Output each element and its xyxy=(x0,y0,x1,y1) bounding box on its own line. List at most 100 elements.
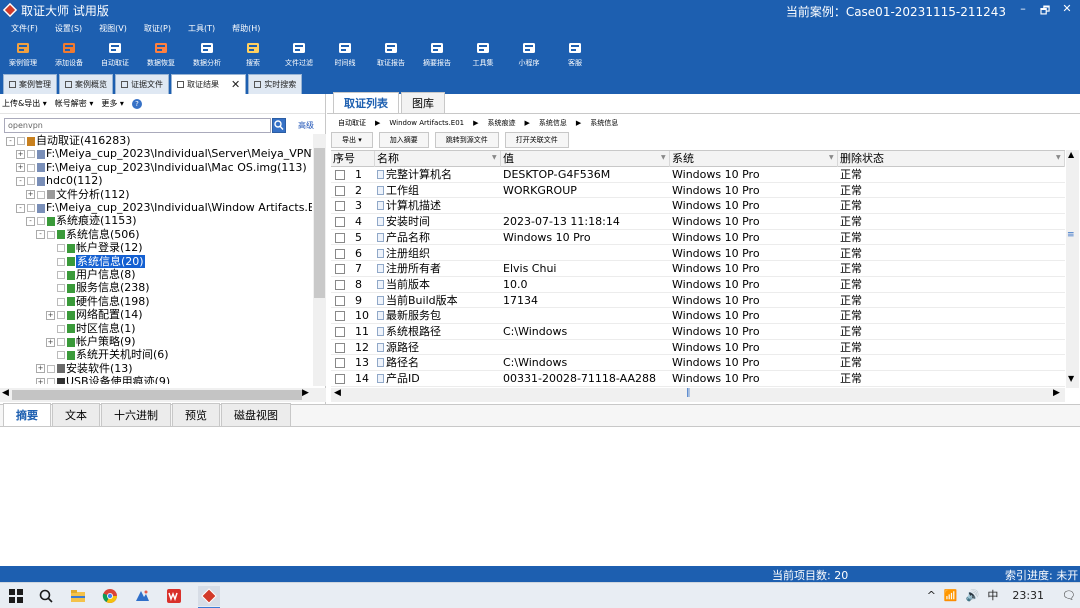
toolbar-button-bar-chart[interactable]: 数据分析 xyxy=(184,36,230,72)
tree-node[interactable]: 用户信息(8) xyxy=(46,268,136,281)
case-tab-2[interactable]: 证据文件 xyxy=(115,74,169,94)
scroll-up-icon[interactable]: ▲ xyxy=(1068,150,1074,159)
close-button[interactable]: ✕ xyxy=(1056,2,1078,15)
windows-start-icon[interactable] xyxy=(8,588,24,604)
tree-vertical-scrollbar[interactable] xyxy=(313,134,326,386)
results-vertical-scrollbar[interactable]: ▲ ≡ ▼ xyxy=(1066,150,1079,388)
tree-node[interactable]: + 文件分析(112) xyxy=(26,188,130,201)
column-filter-icon[interactable]: ▼ xyxy=(661,154,666,161)
tree-node[interactable]: 硬件信息(198) xyxy=(46,295,150,308)
detail-tab-1[interactable]: 文本 xyxy=(52,403,100,426)
scroll-left-icon[interactable]: ◀ xyxy=(2,388,9,398)
tree-checkbox[interactable] xyxy=(17,137,25,145)
notification-icon[interactable]: 🗨 xyxy=(1062,589,1076,602)
minimize-button[interactable]: – xyxy=(1012,2,1034,15)
table-row[interactable]: 9 当前Build版本 17134 Windows 10 Pro 正常 xyxy=(331,293,1065,309)
table-row[interactable]: 12 源路径 Windows 10 Pro 正常 xyxy=(331,340,1065,356)
add-to-summary-button[interactable]: 加入摘要 xyxy=(378,132,429,148)
menu-tools[interactable]: 工具(T) xyxy=(177,23,221,34)
tree-checkbox[interactable] xyxy=(57,257,65,266)
expand-icon[interactable]: + xyxy=(46,310,55,320)
advanced-search-link[interactable]: 高级 xyxy=(298,120,314,131)
tree-checkbox[interactable] xyxy=(57,244,65,253)
breadcrumb-item[interactable]: 系统信息 xyxy=(590,118,618,128)
scroll-thumb[interactable] xyxy=(12,390,302,400)
tree-checkbox[interactable] xyxy=(37,190,45,199)
table-row[interactable]: 3 计算机描述 Windows 10 Pro 正常 xyxy=(331,198,1065,215)
input-method-icon[interactable]: 中 xyxy=(987,587,998,603)
row-checkbox[interactable] xyxy=(335,185,345,196)
collapse-icon[interactable]: - xyxy=(16,203,25,213)
tree-search-input[interactable] xyxy=(4,118,271,133)
collapse-icon[interactable]: - xyxy=(6,136,15,146)
tree-node[interactable]: - hdc0(112) xyxy=(16,174,103,187)
tree-checkbox[interactable] xyxy=(47,230,55,239)
tree-node[interactable]: 系统信息(20) xyxy=(46,254,145,268)
tree-node[interactable]: 时区信息(1) xyxy=(46,322,136,335)
table-row[interactable]: 8 当前版本 10.0 Windows 10 Pro 正常 xyxy=(331,277,1065,293)
tree-checkbox[interactable] xyxy=(57,351,65,360)
scroll-down-icon[interactable]: ▼ xyxy=(1068,374,1074,383)
clock[interactable]: 23:31 xyxy=(1012,589,1044,602)
breadcrumb-item[interactable]: Window Artifacts.E01 xyxy=(389,119,464,127)
tree-checkbox[interactable] xyxy=(37,217,45,226)
table-row[interactable]: 1 完整计算机名 DESKTOP-G4F536M Windows 10 Pro 正常 xyxy=(331,167,1065,183)
column-header[interactable]: 名称 xyxy=(375,151,501,167)
tray-overflow-icon[interactable]: ^ xyxy=(927,589,936,602)
search-button[interactable] xyxy=(272,118,286,133)
tree-node[interactable]: - 系统痕迹(1153) xyxy=(26,214,137,227)
restore-button[interactable]: 🗗 xyxy=(1034,2,1056,21)
forensic-master-icon[interactable] xyxy=(198,586,220,606)
tree-checkbox[interactable] xyxy=(27,150,35,159)
results-horizontal-scrollbar[interactable]: ◀ ‖ ▶ xyxy=(331,388,1065,402)
tree-checkbox[interactable] xyxy=(27,177,35,186)
toolbar-button-add-device[interactable]: 添加设备 xyxy=(46,36,92,72)
close-tab-icon[interactable]: ✕ xyxy=(231,78,240,91)
scroll-left-icon[interactable]: ◀ xyxy=(334,388,341,398)
row-checkbox[interactable] xyxy=(335,201,345,212)
row-checkbox[interactable] xyxy=(335,217,345,228)
detail-tab-3[interactable]: 预览 xyxy=(172,403,220,426)
chrome-icon[interactable] xyxy=(102,588,118,604)
detail-tab-0[interactable]: 摘要 xyxy=(3,403,51,426)
row-checkbox[interactable] xyxy=(335,279,345,290)
table-row[interactable]: 11 系统根路径 C:\Windows Windows 10 Pro 正常 xyxy=(331,324,1065,340)
tree-node[interactable]: - F:\Meiya_cup_2023\Individual\Window Art… xyxy=(16,201,312,214)
breadcrumb-item[interactable]: 自动取证 xyxy=(338,118,366,128)
table-row[interactable]: 14 产品ID 00331-20028-71118-AA288 Windows 10 … xyxy=(331,371,1065,387)
tree-checkbox[interactable] xyxy=(47,364,55,373)
column-filter-icon[interactable]: ▼ xyxy=(829,154,834,161)
table-row[interactable]: 2 工作组 WORKGROUP Windows 10 Pro 正常 xyxy=(331,183,1065,199)
network-icon[interactable]: 📶 xyxy=(944,589,958,602)
column-header[interactable]: 序号 xyxy=(331,151,375,167)
toolbar-button-support[interactable]: 客服 xyxy=(552,36,598,72)
tree-checkbox[interactable] xyxy=(27,204,35,212)
tree-node[interactable]: + 网络配置(14) xyxy=(46,308,143,321)
column-header[interactable]: 系统 xyxy=(670,151,838,167)
breadcrumb-item[interactable]: 系统信息 xyxy=(539,118,567,128)
splitter-grip-icon[interactable]: ≡ xyxy=(1067,230,1075,240)
more-dropdown[interactable]: 更多 ▾ xyxy=(101,98,124,109)
expand-icon[interactable]: + xyxy=(46,337,55,347)
menu-settings[interactable]: 设置(S) xyxy=(44,23,88,34)
volume-icon[interactable]: 🔊 xyxy=(966,589,980,602)
column-header[interactable]: 值 xyxy=(501,151,670,167)
tree-node[interactable]: + 帐户策略(9) xyxy=(46,335,136,348)
column-filter-icon[interactable]: ▼ xyxy=(1056,154,1061,161)
tree-checkbox[interactable] xyxy=(47,378,55,384)
open-related-file-button[interactable]: 打开关联文件 xyxy=(504,132,569,148)
wps-icon[interactable] xyxy=(166,588,182,604)
row-checkbox[interactable] xyxy=(335,311,345,322)
upload-export-dropdown[interactable]: 上传&导出 ▾ xyxy=(2,98,47,109)
detail-tab-4[interactable]: 磁盘视图 xyxy=(221,403,291,426)
table-row[interactable]: 6 注册组织 Windows 10 Pro 正常 xyxy=(331,246,1065,262)
row-checkbox[interactable] xyxy=(335,327,345,337)
expand-icon[interactable]: + xyxy=(16,149,25,159)
case-tab-3[interactable]: 取证结果 ✕ xyxy=(171,74,247,94)
tree-checkbox[interactable] xyxy=(57,338,65,346)
tree-node[interactable]: - 系统信息(506) xyxy=(36,228,140,241)
column-header[interactable]: 删除状态 xyxy=(838,151,1065,167)
tree-node[interactable]: + 安装软件(13) xyxy=(36,362,133,375)
menu-help[interactable]: 帮助(H) xyxy=(221,23,266,34)
case-tab-1[interactable]: 案例概览 xyxy=(59,74,113,94)
